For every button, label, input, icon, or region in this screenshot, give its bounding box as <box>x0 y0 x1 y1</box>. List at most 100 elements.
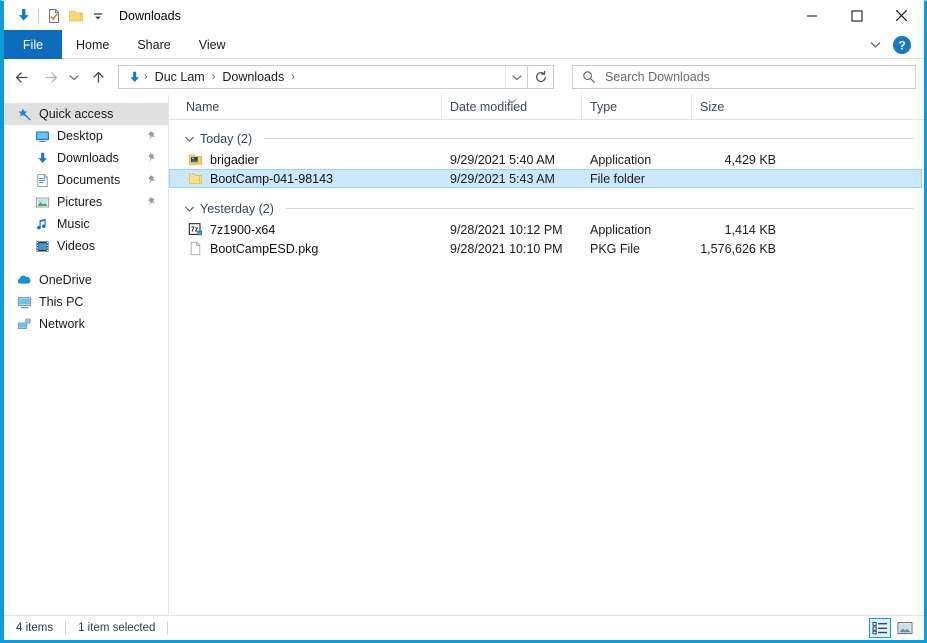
cell-date-modified: 9/28/2021 10:12 PM <box>450 222 563 237</box>
table-row[interactable]: brigadier 9/29/2021 5:40 AM Application … <box>169 150 922 169</box>
cell-type: File folder <box>590 171 645 186</box>
properties-icon[interactable] <box>43 5 65 27</box>
sidebar-item-label: Quick access <box>39 107 114 121</box>
table-row[interactable]: BootCamp-041-98143 9/29/2021 5:43 AM Fil… <box>169 169 922 188</box>
downloads-arrow-icon[interactable] <box>12 5 34 27</box>
customize-qat-chevron-icon[interactable] <box>87 5 109 27</box>
chevron-down-icon[interactable] <box>183 203 195 215</box>
column-header-label: Type <box>590 99 618 114</box>
sort-descending-icon <box>506 94 518 104</box>
refresh-button[interactable] <box>528 65 554 89</box>
cell-date-modified: 9/29/2021 5:40 AM <box>450 152 555 167</box>
group-header-today[interactable]: Today (2) <box>169 127 924 150</box>
file-name: 7z1900-x64 <box>210 222 276 237</box>
videos-icon <box>34 238 50 254</box>
table-row[interactable]: 7z 7z1900-x64 9/28/2021 10:12 PM Applica… <box>169 220 922 239</box>
group-divider <box>285 208 914 209</box>
recent-locations-chevron-icon[interactable] <box>64 63 84 91</box>
address-bar[interactable]: › Duc Lam › Downloads › <box>118 65 528 89</box>
chevron-down-icon[interactable] <box>862 32 888 58</box>
tab-home[interactable]: Home <box>62 30 123 59</box>
cell-type: Application <box>590 152 652 167</box>
file-name: BootCamp-041-98143 <box>210 171 333 186</box>
column-headers: Name Date modified Type Size <box>169 94 924 120</box>
large-icons-view-button[interactable] <box>894 618 916 638</box>
ribbon-tab-bar: File Home Share View ? <box>4 30 924 59</box>
breadcrumb-separator-icon[interactable]: › <box>142 71 150 83</box>
file-rows: Today (2) brigadier 9/29/2021 5:40 AM Ap… <box>169 120 924 615</box>
chevron-down-icon[interactable] <box>183 133 195 145</box>
network-icon <box>16 316 32 332</box>
sidebar-item-documents[interactable]: Documents <box>4 169 168 191</box>
pin-icon[interactable] <box>146 130 158 142</box>
status-bar: 4 items 1 item selected <box>4 615 924 640</box>
details-view-button[interactable] <box>869 618 891 638</box>
explorer-body: Quick access Desktop Downloads Documents… <box>4 94 924 615</box>
sidebar-item-music[interactable]: Music <box>4 213 168 235</box>
tab-file[interactable]: File <box>4 30 62 59</box>
downloads-arrow-icon <box>34 150 50 166</box>
sidebar-item-desktop[interactable]: Desktop <box>4 125 168 147</box>
column-header-date-modified[interactable]: Date modified <box>441 94 581 119</box>
breadcrumb-item-downloads[interactable]: Downloads <box>217 68 289 86</box>
breadcrumb-separator-icon[interactable]: › <box>289 71 297 83</box>
tab-share[interactable]: Share <box>123 30 184 59</box>
up-button[interactable] <box>84 63 112 91</box>
sidebar-item-pictures[interactable]: Pictures <box>4 191 168 213</box>
column-header-type[interactable]: Type <box>581 94 691 119</box>
column-header-name[interactable]: Name <box>183 94 441 119</box>
sidebar-item-quick-access[interactable]: Quick access <box>4 103 168 125</box>
table-row[interactable]: BootCampESD.pkg 9/28/2021 10:10 PM PKG F… <box>169 239 922 258</box>
cell-size: 1,414 KB <box>724 222 776 237</box>
view-mode-buttons <box>869 618 916 638</box>
forward-button[interactable] <box>36 63 64 91</box>
group-header-label: Yesterday (2) <box>200 201 274 216</box>
address-dropdown-icon[interactable] <box>505 66 527 88</box>
breadcrumb-separator-icon[interactable]: › <box>210 71 218 83</box>
cell-name: BootCamp-041-98143 <box>184 169 442 188</box>
selection-count-label: 1 item selected <box>78 622 156 634</box>
cell-size: 1,576,626 KB <box>700 241 776 256</box>
sidebar-item-label: Music <box>57 217 90 231</box>
back-button[interactable] <box>8 63 36 91</box>
cell-type: Application <box>590 222 652 237</box>
cell-name: brigadier <box>184 150 442 169</box>
sidebar-item-videos[interactable]: Videos <box>4 235 168 257</box>
column-header-size[interactable]: Size <box>691 94 779 119</box>
pin-icon[interactable] <box>146 174 158 186</box>
search-box[interactable] <box>572 65 916 89</box>
sidebar-item-this-pc[interactable]: This PC <box>4 291 168 313</box>
new-folder-icon[interactable] <box>65 5 87 27</box>
sidebar-item-network[interactable]: Network <box>4 313 168 335</box>
pictures-icon <box>34 194 50 210</box>
music-note-icon <box>34 216 50 232</box>
sevenzip-icon: 7z <box>187 222 203 238</box>
minimize-button[interactable] <box>789 1 834 30</box>
tab-view[interactable]: View <box>185 30 240 59</box>
window-title: Downloads <box>119 8 181 23</box>
pin-icon[interactable] <box>146 152 158 164</box>
pin-icon[interactable] <box>146 196 158 208</box>
maximize-button[interactable] <box>834 1 879 30</box>
svg-text:?: ? <box>898 38 905 52</box>
cell-size <box>692 169 780 188</box>
star-pin-icon <box>16 106 32 122</box>
sidebar-item-label: Pictures <box>57 195 103 209</box>
sidebar-item-label: Desktop <box>57 129 103 143</box>
breadcrumb: › Duc Lam › Downloads › <box>119 68 505 86</box>
sidebar-item-label: This PC <box>39 295 84 309</box>
search-icon <box>581 69 597 85</box>
sidebar-item-downloads[interactable]: Downloads <box>4 147 168 169</box>
cell-name: BootCampESD.pkg <box>184 239 442 258</box>
search-input[interactable] <box>605 67 915 87</box>
help-icon[interactable]: ? <box>890 33 914 57</box>
close-button[interactable] <box>879 1 924 30</box>
application-folder-icon <box>187 152 203 168</box>
breadcrumb-downloads-icon[interactable] <box>126 69 142 85</box>
breadcrumb-item-user[interactable]: Duc Lam <box>150 68 210 86</box>
group-header-yesterday[interactable]: Yesterday (2) <box>169 197 924 220</box>
sidebar-item-onedrive[interactable]: OneDrive <box>4 269 168 291</box>
item-count-label: 4 items <box>16 622 54 634</box>
cell-type: PKG File <box>590 241 641 256</box>
navigation-bar: › Duc Lam › Downloads › <box>4 59 924 95</box>
